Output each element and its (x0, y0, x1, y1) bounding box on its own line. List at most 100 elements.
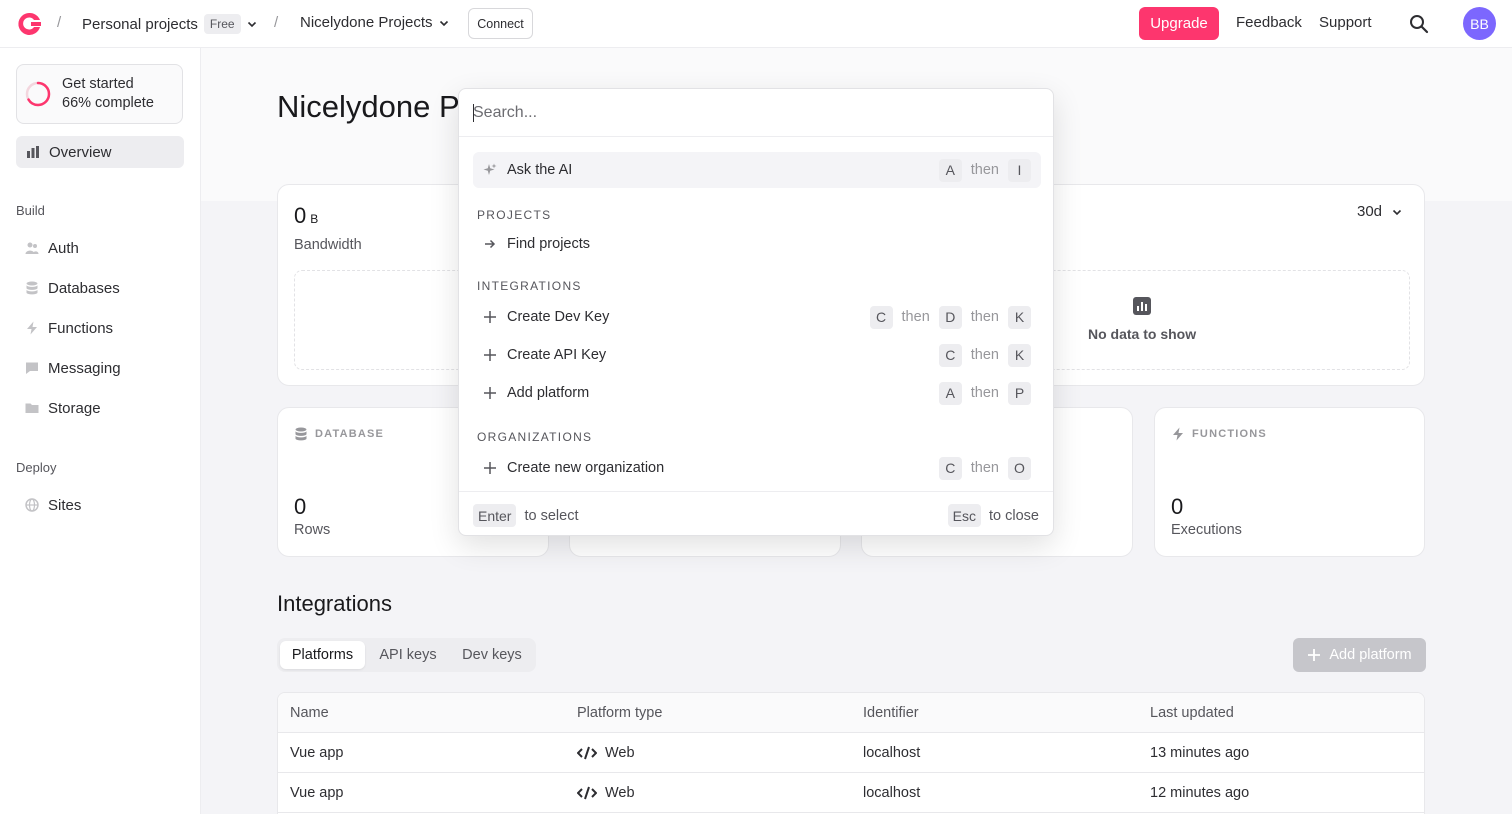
users-icon (25, 242, 39, 254)
key: C (938, 456, 962, 480)
integrations-tabs: Platforms API keys Dev keys (277, 638, 536, 672)
range-select[interactable]: 30d (1357, 203, 1402, 220)
palette-item-find-projects[interactable]: Find projects (473, 226, 1041, 262)
sidebar-item-functions[interactable]: Functions (16, 313, 184, 343)
sidebar: Get started 66% complete Overview Build … (0, 48, 201, 814)
plus-icon (484, 311, 496, 323)
key: I (1008, 158, 1031, 182)
sidebar-item-databases[interactable]: Databases (16, 273, 184, 303)
functions-card[interactable]: FUNCTIONS 0 Executions (1154, 407, 1425, 557)
bandwidth-label: Bandwidth (294, 237, 362, 253)
breadcrumb-separator: / (274, 14, 279, 31)
close-hint: to close (989, 507, 1039, 524)
palette-section-projects: PROJECTS (477, 208, 552, 222)
bandwidth-value: 0 (294, 203, 307, 228)
text-caret (473, 104, 474, 122)
sidebar-item-storage[interactable]: Storage (16, 393, 184, 423)
lightning-icon (27, 321, 37, 335)
sidebar-item-label: Messaging (48, 359, 121, 377)
database-card-heading: DATABASE (315, 428, 385, 440)
shortcut: C then D then K (869, 305, 1031, 329)
add-platform-button[interactable]: Add platform (1293, 638, 1426, 672)
progress-ring (25, 81, 51, 107)
shortcut: C then K (938, 343, 1031, 367)
deploy-section-label: Deploy (16, 460, 57, 475)
org-name: Personal projects (82, 15, 198, 33)
plus-icon (484, 462, 496, 474)
palette-item-create-dev-key[interactable]: Create Dev Key C then D then K (473, 299, 1041, 335)
connect-button[interactable]: Connect (468, 8, 533, 39)
breadcrumb-separator: / (57, 14, 62, 31)
select-hint: to select (524, 507, 579, 524)
plus-icon (484, 349, 496, 361)
database-card-value: 0 (294, 494, 307, 519)
functions-card-heading: FUNCTIONS (1192, 428, 1267, 440)
palette-item-create-organization[interactable]: Create new organization C then O (473, 450, 1041, 486)
palette-footer: Enter to select Esc to close (459, 491, 1053, 537)
key: D (938, 305, 962, 329)
tab-dev-keys[interactable]: Dev keys (451, 641, 533, 669)
platforms-table: Name Platform type Identifier Last updat… (277, 692, 1425, 814)
feedback-link[interactable]: Feedback (1236, 14, 1302, 31)
key: P (1008, 381, 1031, 405)
table-row[interactable]: Vue app Web localhost 12 minutes ago (278, 773, 1424, 813)
column-header-platform-type[interactable]: Platform type (577, 705, 662, 721)
key-enter: Enter (473, 504, 517, 527)
add-platform-label: Add platform (1329, 647, 1412, 663)
row-identifier: localhost (863, 785, 921, 801)
key: A (938, 381, 962, 405)
sidebar-item-label: Functions (48, 319, 114, 337)
project-switcher[interactable]: Nicelydone Projects (300, 14, 449, 31)
sidebar-item-label: Overview (49, 143, 112, 161)
palette-search-input[interactable] (459, 89, 1053, 137)
shortcut: A then P (938, 381, 1031, 405)
sidebar-item-auth[interactable]: Auth (16, 233, 184, 263)
get-started-card[interactable]: Get started 66% complete (16, 64, 183, 124)
plan-badge: Free (203, 14, 241, 34)
chevron-down-icon (1392, 209, 1402, 215)
row-platform-type: Web (605, 785, 635, 801)
then-word: then (970, 309, 999, 325)
appwrite-logo-icon[interactable] (16, 11, 42, 37)
sidebar-item-messaging[interactable]: Messaging (16, 353, 184, 383)
support-link[interactable]: Support (1319, 14, 1372, 31)
sidebar-item-overview[interactable]: Overview (16, 136, 184, 168)
upgrade-button[interactable]: Upgrade (1139, 7, 1219, 40)
palette-item-label: Create Dev Key (507, 309, 610, 325)
top-bar: / Personal projects Free / Nicelydone Pr… (0, 0, 1512, 48)
sidebar-item-label: Databases (48, 279, 120, 297)
key-esc: Esc (947, 504, 982, 527)
then-word: then (970, 162, 999, 178)
avatar[interactable]: BB (1463, 7, 1496, 40)
column-header-identifier[interactable]: Identifier (863, 705, 919, 721)
table-row[interactable]: Vue app Web localhost 13 minutes ago (278, 733, 1424, 773)
chat-icon (26, 362, 38, 374)
palette-item-label: Add platform (507, 385, 590, 401)
sidebar-item-label: Storage (48, 399, 101, 417)
page-title: Nicelydone Projects (277, 89, 460, 124)
tab-api-keys[interactable]: API keys (368, 641, 448, 669)
bandwidth-unit: B (310, 212, 319, 226)
then-word: then (970, 385, 999, 401)
column-header-name[interactable]: Name (290, 705, 329, 721)
then-word: then (970, 460, 999, 476)
functions-card-label: Executions (1171, 522, 1242, 538)
get-started-title: Get started (62, 76, 134, 92)
search-icon[interactable] (1409, 14, 1429, 34)
bar-chart-icon (27, 146, 39, 158)
get-started-progress: 66% complete (62, 95, 154, 111)
row-name: Vue app (290, 745, 344, 761)
tab-platforms[interactable]: Platforms (280, 641, 365, 669)
row-last-updated: 13 minutes ago (1150, 745, 1250, 761)
palette-item-add-platform[interactable]: Add platform A then P (473, 375, 1041, 411)
org-switcher[interactable]: Personal projects Free (82, 14, 257, 34)
palette-item-create-api-key[interactable]: Create API Key C then K (473, 337, 1041, 373)
code-icon (577, 786, 597, 800)
palette-section-organizations: ORGANIZATIONS (477, 430, 593, 444)
column-header-last-updated[interactable]: Last updated (1150, 705, 1234, 721)
chevron-down-icon (247, 21, 256, 28)
sidebar-item-label: Sites (48, 496, 82, 514)
palette-item-ask-ai[interactable]: Ask the AI A then I (473, 152, 1041, 188)
project-name: Nicelydone Projects (300, 14, 433, 31)
sidebar-item-sites[interactable]: Sites (16, 490, 184, 520)
